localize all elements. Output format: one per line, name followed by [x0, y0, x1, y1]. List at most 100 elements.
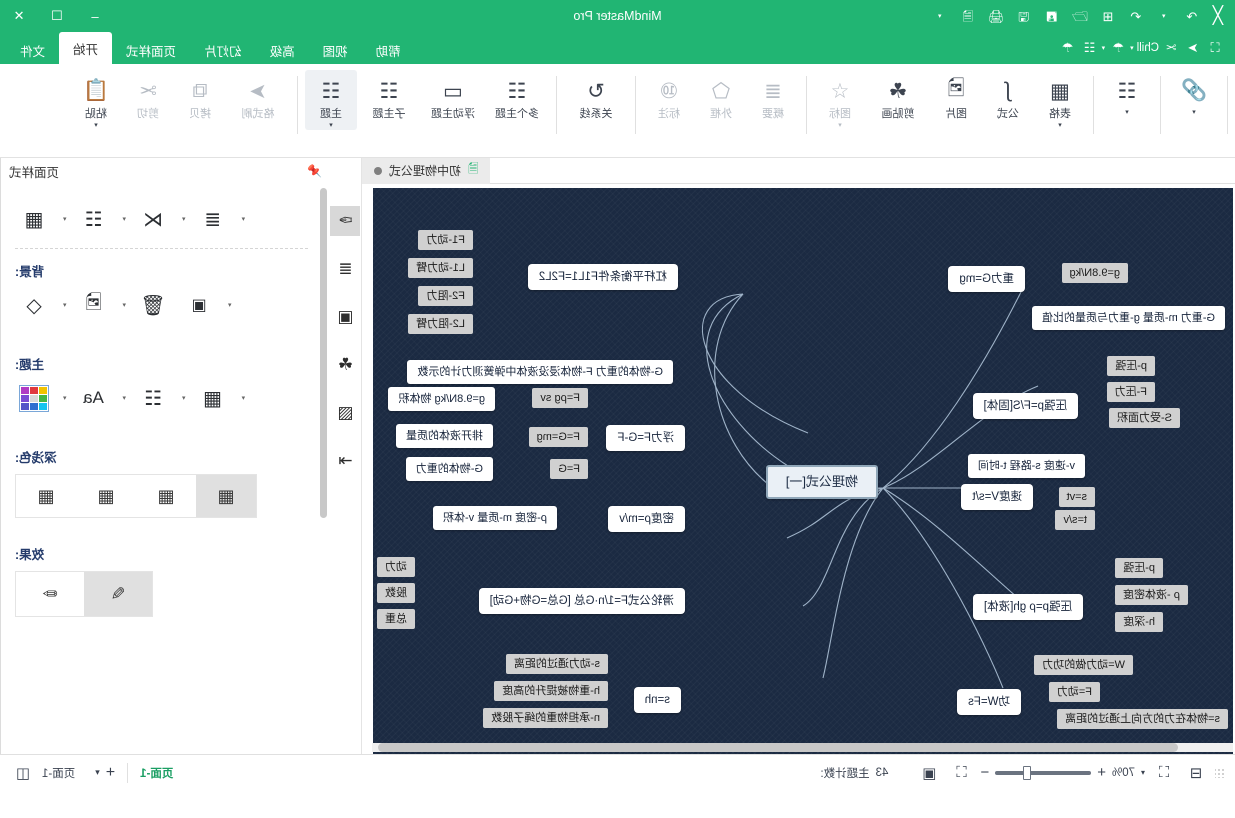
branch-style-button[interactable]: ⋉ [134, 202, 172, 236]
panel-scrollbar-track[interactable] [320, 188, 327, 748]
tab-slideshow[interactable]: 幻灯片 [190, 36, 256, 64]
page-label[interactable]: 页面-1 [42, 765, 75, 781]
umbrella-icon[interactable]: ☂ [1108, 36, 1128, 60]
topic-buoyancy[interactable]: 浮力F=G-F [606, 425, 685, 451]
redo-caret-icon[interactable]: ▾ [1151, 4, 1177, 28]
watermark-button[interactable]: ▣ [180, 288, 218, 322]
ribbon-cut-button[interactable]: ✂ 剪切 [122, 70, 174, 121]
rail-symbol-icon[interactable]: ☘ [331, 350, 361, 380]
subtopic[interactable]: h-深度 [1115, 612, 1163, 632]
ribbon-clipart-button[interactable]: ☘ 剪贴画 [866, 70, 930, 121]
structure-caret-icon[interactable]: ▾ [1125, 108, 1129, 117]
zoom-slider-knob[interactable] [1023, 765, 1032, 780]
ribbon-icon-marker-button[interactable]: ☆ 图标 ▾ [814, 70, 866, 130]
topic-work[interactable]: 功W=Fs [957, 689, 1021, 715]
structure-style-button[interactable]: ☷ [75, 202, 113, 236]
subtopic[interactable]: F-压力 [1106, 382, 1155, 402]
ribbon-subtopic-button[interactable]: ☷ 子主题 [357, 70, 421, 121]
page-current-label[interactable]: 页面-1 [140, 765, 173, 781]
tab-view[interactable]: 视图 [309, 36, 362, 64]
page-view-icon[interactable]: ◫ [10, 761, 36, 785]
hyperlink-caret-icon[interactable]: ▾ [1192, 108, 1196, 117]
branch-caret-icon[interactable]: ▾ [182, 215, 186, 223]
actual-size-icon[interactable]: ⛶ [1151, 761, 1177, 785]
subtopic[interactable]: L1-动力臂 [408, 258, 473, 278]
topic-speed[interactable]: 速度V=s/t [961, 484, 1033, 510]
subtopic[interactable]: 总重 [377, 609, 415, 629]
pin-icon[interactable]: 📌 [307, 164, 322, 178]
background-image-button[interactable]: 🖻 [75, 288, 113, 322]
subtopic[interactable]: n-承担物重的绳子股数 [483, 708, 608, 728]
tab-file[interactable]: 文件 [6, 36, 59, 64]
shade-option-4[interactable]: ▦ [196, 475, 256, 517]
canvas-wrapper[interactable]: 物理公式[一] 杠杆平衡条件F1L1=F2L2 F1-动力 L1-动力臂 F2-… [362, 184, 1235, 754]
tab-home[interactable]: 开始 [59, 32, 113, 64]
subtopic[interactable]: p-压强 [1107, 356, 1155, 376]
save-icon[interactable]: 🖫 [1011, 4, 1037, 28]
home-icon[interactable]: ☂ [1058, 36, 1078, 60]
topic-distance[interactable]: s=nh [633, 687, 681, 713]
ribbon-relationship-button[interactable]: ↻ 关系线 [564, 70, 628, 121]
subtopic[interactable]: s-动力通过的距离 [505, 654, 608, 674]
print-icon[interactable]: 🖨 [983, 4, 1009, 28]
zoom-slider[interactable] [995, 765, 1092, 780]
chill-caret-icon[interactable]: ▾ [1130, 44, 1134, 52]
undo-icon[interactable]: ↶ [1123, 4, 1149, 28]
mindmap-canvas[interactable]: 物理公式[一] 杠杆平衡条件F1L1=F2L2 F1-动力 L1-动力臂 F2-… [373, 188, 1233, 754]
rail-clipart-icon[interactable]: ▣ [331, 302, 361, 332]
export-icon[interactable]: 🗎 [955, 4, 981, 28]
grid-icon[interactable]: ☷ [1080, 36, 1100, 60]
paste-caret-icon[interactable]: ▾ [94, 121, 98, 130]
zoom-out-button[interactable]: − [980, 764, 989, 781]
shade-option-3[interactable]: ▦ [136, 475, 196, 517]
ribbon-topic-button[interactable]: ☷ 主题 ▾ [305, 70, 357, 130]
close-button[interactable]: ✕ [0, 0, 38, 32]
zoom-in-button[interactable]: + [1097, 764, 1106, 781]
more-caret-icon[interactable]: ▾ [927, 4, 953, 28]
topic-density[interactable]: 密度ρ=m/v [608, 506, 685, 532]
subtopic[interactable]: F=G [550, 459, 588, 479]
table-caret-icon[interactable]: ▾ [1058, 121, 1062, 130]
central-topic[interactable]: 物理公式[一] [765, 465, 878, 499]
subtopic[interactable]: p-压强 [1115, 558, 1163, 578]
background-image-caret-icon[interactable]: ▾ [123, 301, 127, 309]
subtopic[interactable]: F2-阻力 [418, 286, 473, 306]
ribbon-boundary-button[interactable]: ⬠ 外框 [695, 70, 747, 121]
ribbon-summary-button[interactable]: ≣ 概要 [747, 70, 799, 121]
watermark-caret-icon[interactable]: ▾ [228, 301, 232, 309]
cursor-icon[interactable]: ➤ [1183, 36, 1203, 60]
ribbon-image-button[interactable]: 🖻 图片 [930, 70, 982, 121]
ribbon-paste-button[interactable]: 📋 粘贴 ▾ [70, 70, 122, 130]
topic-gravity[interactable]: 重力G=mg [948, 266, 1025, 292]
canvas-hscrollbar-track[interactable] [372, 743, 1233, 752]
subtopic[interactable]: F=ρg sv [532, 388, 588, 408]
ribbon-format-painter-button[interactable]: ➤ 格式刷 [226, 70, 290, 121]
umbrella-caret-icon[interactable]: ▾ [1102, 44, 1106, 52]
effect-option-hand-drawn[interactable]: ✏ [16, 572, 84, 616]
subtopic[interactable]: S-受力面积 [1109, 408, 1180, 428]
page-menu-caret-icon[interactable]: ▾ [95, 767, 100, 778]
topic-lever[interactable]: 杠杆平衡条件F1L1=F2L2 [527, 264, 678, 290]
topic-pressure-solid[interactable]: 压强p=F/S[固体] [972, 393, 1078, 419]
subtopic[interactable]: 动力 [377, 557, 415, 577]
theme-variant-caret-icon[interactable]: ▾ [242, 394, 246, 402]
canvas-hscrollbar-thumb[interactable] [378, 743, 1178, 752]
theme-variant-button[interactable]: ▦ [194, 381, 232, 415]
list-style-button[interactable]: ≣ [194, 202, 232, 236]
zoom-caret-icon[interactable]: ▾ [1141, 768, 1145, 777]
layout-style-button[interactable]: ▦ [15, 202, 53, 236]
structure-caret-icon[interactable]: ▾ [123, 215, 127, 223]
fullscreen-icon[interactable]: ⛶ [948, 761, 974, 785]
subtopic[interactable]: F=动力 [1048, 682, 1100, 702]
fit-page-icon[interactable]: ⊟ [1183, 761, 1209, 785]
topic-pressure-liquid[interactable]: 压强p=ρ gh[液体] [972, 594, 1083, 620]
font-style-caret-icon[interactable]: ▾ [123, 394, 127, 402]
scissors-icon[interactable]: ✂ [1161, 36, 1181, 60]
tab-help[interactable]: 帮助 [362, 36, 415, 64]
subtopic[interactable]: h-重物被提升的高度 [494, 681, 608, 701]
fit-window-icon[interactable]: ▣ [916, 761, 942, 785]
subtopic[interactable]: F=G=mg [528, 427, 588, 447]
color-palette-button[interactable] [15, 381, 53, 415]
minimize-button[interactable]: – [76, 0, 114, 32]
subtopic[interactable]: t=s/v [1055, 510, 1095, 530]
